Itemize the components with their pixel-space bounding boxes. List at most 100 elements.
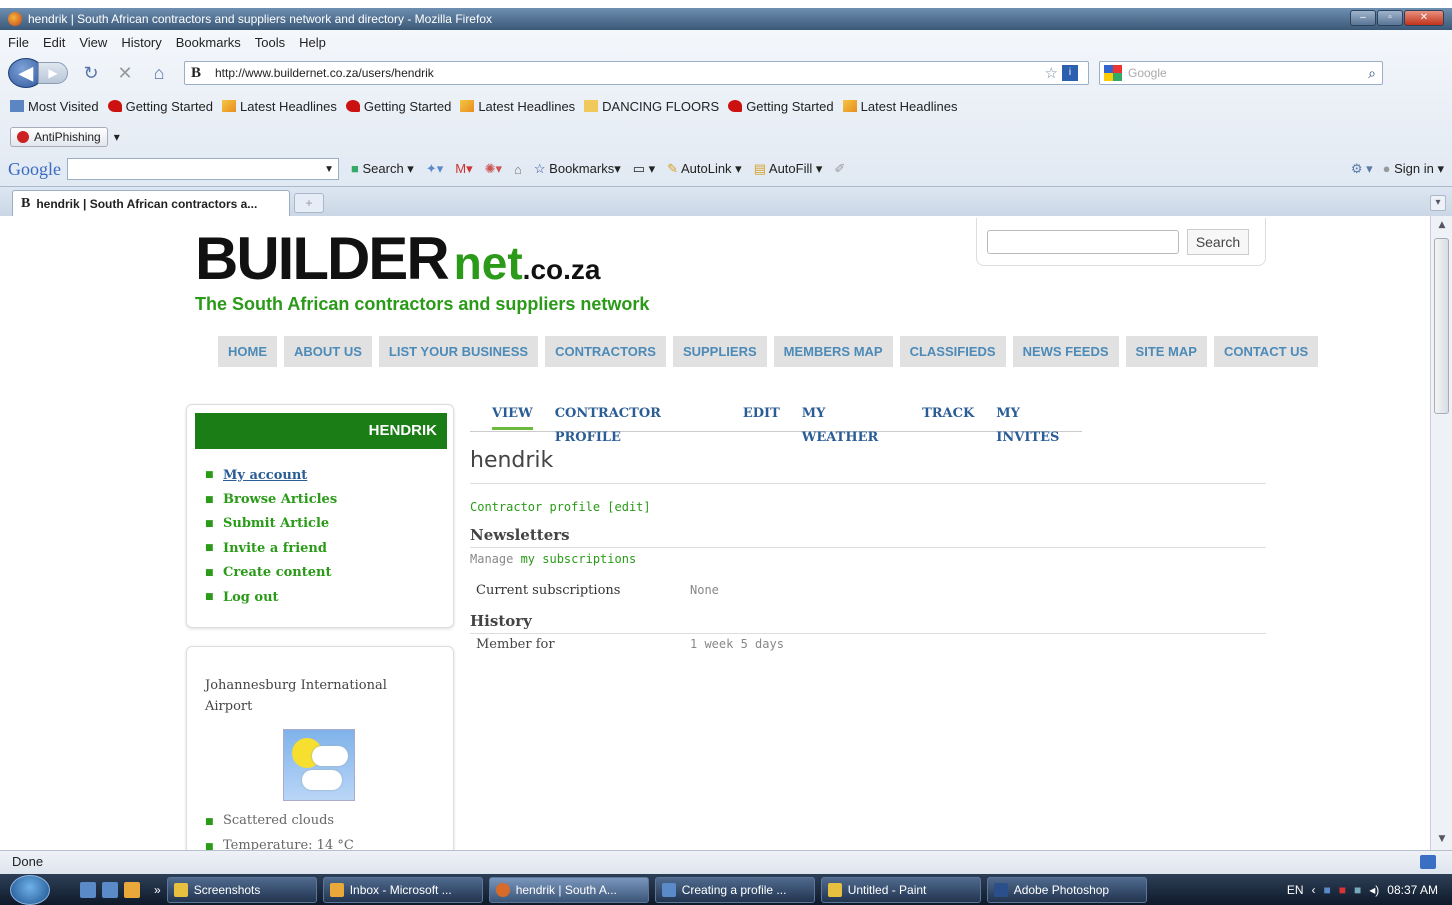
reload-icon[interactable]: ↻	[80, 62, 102, 84]
new-tab-button[interactable]: +	[294, 193, 324, 213]
scroll-down-icon[interactable]: ▼	[1435, 834, 1449, 848]
start-button[interactable]	[10, 874, 50, 905]
tab-track[interactable]: TRACK	[922, 402, 974, 431]
list-all-tabs-icon[interactable]: ▾	[1430, 195, 1446, 211]
search-placeholder[interactable]: Google	[1128, 66, 1167, 80]
autolink-button[interactable]: ✎ AutoLink ▾	[667, 161, 742, 177]
contractor-profile-link[interactable]: Contractor profile [edit]	[470, 500, 1266, 514]
translate-icon[interactable]: ✺▾	[485, 161, 502, 177]
wrench-icon[interactable]: ⚙ ▾	[1351, 161, 1373, 177]
taskbar-paint[interactable]: Untitled - Paint	[820, 876, 981, 903]
close-button[interactable]: ✕	[1404, 10, 1444, 26]
tab-my-invites[interactable]: MY INVITES	[996, 402, 1082, 445]
tab-view[interactable]: VIEW	[492, 402, 533, 430]
antiphishing-dropdown-icon[interactable]: ▾	[114, 130, 120, 144]
bookmark-dancing-floors[interactable]: DANCING FLOORS	[584, 99, 719, 114]
antiphishing-button[interactable]: AntiPhishing	[10, 127, 108, 147]
nav-members-map[interactable]: MEMBERS MAP	[773, 336, 893, 367]
chevron-down-icon[interactable]: ▼	[324, 164, 334, 175]
tray-antivirus-icon[interactable]: ■	[1339, 883, 1346, 897]
taskbar-firefox[interactable]: hendrik | South A...	[488, 876, 649, 903]
bookmark-latest-headlines[interactable]: Latest Headlines	[222, 99, 337, 114]
search-box[interactable]: Google ⌕	[1099, 61, 1383, 85]
nav-site-map[interactable]: SITE MAP	[1125, 336, 1207, 367]
menu-edit[interactable]: Edit	[43, 35, 65, 50]
taskbar-inbox[interactable]: Inbox - Microsoft ...	[322, 876, 483, 903]
bookmark-latest-headlines[interactable]: Latest Headlines	[460, 99, 575, 114]
my-subscriptions-link[interactable]: my subscriptions	[521, 552, 637, 566]
volume-icon[interactable]: ◂)	[1369, 883, 1379, 897]
nav-contractors[interactable]: CONTRACTORS	[545, 336, 666, 367]
taskbar-creating-profile[interactable]: Creating a profile ...	[654, 876, 815, 903]
site-logo[interactable]: BUILDER net.co.za The South African contr…	[195, 228, 649, 315]
link-create-content[interactable]: ■ Create content	[205, 561, 337, 585]
menu-bookmarks[interactable]: Bookmarks	[176, 35, 241, 50]
link-browse-articles[interactable]: ■ Browse Articles	[205, 487, 337, 511]
mail-notifier-icon[interactable]	[1420, 855, 1436, 869]
share-icon[interactable]: ✦▾	[426, 161, 443, 177]
minimize-button[interactable]: –	[1350, 10, 1376, 26]
nav-home[interactable]: HOME	[218, 336, 277, 367]
menu-file[interactable]: File	[8, 35, 29, 50]
nav-list-your-business[interactable]: LIST YOUR BUSINESS	[378, 336, 539, 367]
bookmark-getting-started[interactable]: Getting Started	[345, 99, 451, 114]
nav-contact-us[interactable]: CONTACT US	[1213, 336, 1319, 367]
nav-news-feeds[interactable]: NEWS FEEDS	[1012, 336, 1119, 367]
autofill-button[interactable]: ▤ AutoFill ▾	[754, 161, 823, 177]
sign-in-button[interactable]: ● Sign in ▾	[1383, 161, 1444, 177]
scroll-up-icon[interactable]: ▲	[1435, 220, 1449, 234]
url-text[interactable]: http://www.buildernet.co.za/users/hendri…	[215, 66, 434, 80]
bookmark-getting-started[interactable]: Getting Started	[107, 99, 213, 114]
menu-help[interactable]: Help	[299, 35, 326, 50]
sidewiki-icon[interactable]: ⌂	[514, 162, 522, 177]
tray-expand-icon[interactable]: ‹	[1312, 883, 1316, 897]
feed-icon[interactable]: i	[1062, 65, 1078, 81]
google-search-button[interactable]: ■ Search ▾	[351, 161, 414, 177]
google-search-input[interactable]: ▼	[67, 158, 339, 180]
nav-suppliers[interactable]: SUPPLIERS	[672, 336, 767, 367]
nav-about-us[interactable]: ABOUT US	[284, 336, 372, 367]
quick-launch-overflow-icon[interactable]: »	[154, 883, 161, 897]
nav-classifieds[interactable]: CLASSIFIEDS	[899, 336, 1006, 367]
site-search-button[interactable]: Search	[1187, 228, 1249, 255]
vertical-scrollbar[interactable]: ▲ ▼	[1430, 216, 1452, 850]
menu-history[interactable]: History	[121, 35, 161, 50]
bookmark-star-icon[interactable]: ☆	[1045, 64, 1058, 82]
tab-my-weather[interactable]: MY WEATHER	[802, 402, 900, 445]
tab-edit[interactable]: EDIT	[743, 402, 780, 431]
gmail-icon[interactable]: M▾	[455, 161, 472, 177]
menu-view[interactable]: View	[79, 35, 107, 50]
bookmark-getting-started[interactable]: Getting Started	[728, 99, 834, 114]
tray-network-icon[interactable]: ■	[1354, 883, 1361, 897]
popup-blocker-icon[interactable]: ▭ ▾	[633, 161, 655, 177]
search-icon[interactable]: ⌕	[1368, 65, 1376, 82]
tab-active[interactable]: B hendrik | South African contractors a.…	[12, 190, 290, 216]
address-bar[interactable]: B http://www.buildernet.co.za/users/hend…	[184, 61, 1089, 85]
forward-button[interactable]: ▶	[38, 62, 68, 84]
language-indicator[interactable]: EN	[1287, 883, 1304, 897]
google-logo[interactable]: Google	[8, 159, 61, 180]
scrollbar-thumb[interactable]	[1434, 238, 1449, 414]
site-search-input[interactable]	[987, 229, 1179, 254]
show-desktop-icon[interactable]	[80, 881, 96, 898]
home-icon[interactable]: ⌂	[148, 62, 170, 84]
bookmark-latest-headlines[interactable]: Latest Headlines	[842, 99, 957, 114]
link-invite-a-friend[interactable]: ■ Invite a friend	[205, 536, 337, 560]
google-bookmarks-button[interactable]: ☆ Bookmarks▾	[534, 161, 621, 177]
link-submit-article[interactable]: ■ Submit Article	[205, 512, 337, 536]
tab-title[interactable]: hendrik | South African contractors a...	[36, 197, 257, 211]
taskbar-photoshop[interactable]: Adobe Photoshop	[986, 876, 1147, 903]
switch-windows-icon[interactable]	[102, 881, 118, 898]
stop-icon[interactable]: ✕	[114, 62, 136, 84]
bookmark-most-visited[interactable]: Most Visited	[10, 99, 99, 114]
menu-tools[interactable]: Tools	[255, 35, 285, 50]
maximize-button[interactable]: ▫	[1377, 10, 1403, 26]
taskbar-screenshots[interactable]: Screenshots	[166, 876, 317, 903]
tray-app-icon[interactable]: ■	[1324, 883, 1331, 897]
tab-contractor-profile[interactable]: CONTRACTOR PROFILE	[555, 402, 721, 445]
google-engine-icon[interactable]	[1104, 65, 1122, 81]
link-my-account[interactable]: ■ My account	[205, 463, 337, 487]
spellcheck-icon[interactable]: ✐	[834, 161, 845, 177]
clock[interactable]: 08:37 AM	[1387, 883, 1438, 897]
outlook-icon[interactable]	[124, 881, 140, 898]
